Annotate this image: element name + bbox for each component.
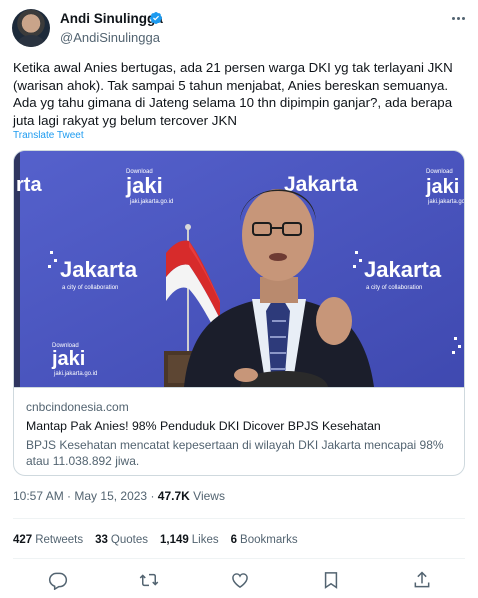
share-icon[interactable] [412,570,432,590]
card-image: rta Download jaki jaki.jakarta.go.id Jak… [14,151,465,387]
svg-text:rta: rta [16,174,42,196]
tweet-date[interactable]: May 15, 2023 [74,489,147,503]
action-bar [48,570,432,590]
jakarta-logo-left: Jakarta [60,257,138,282]
author-handle[interactable]: @AndiSinulingga [60,30,160,45]
link-card[interactable]: rta Download jaki jaki.jakarta.go.id Jak… [13,150,465,476]
jaki-logo-bottom: jaki [51,348,85,370]
author-name[interactable]: Andi Sinulingga [60,11,163,26]
divider [13,518,465,519]
likes-label: Likes [191,534,219,546]
svg-text:jaki: jaki [425,176,459,198]
bookmarks-label: Bookmarks [240,534,298,546]
verified-badge-icon [150,12,162,24]
like-icon[interactable] [230,570,250,590]
meta-separator: · [67,489,72,503]
stat-retweets[interactable]: 427 Retweets [13,534,83,546]
svg-text:Download: Download [426,169,453,175]
tweet-time[interactable]: 10:57 AM [13,489,64,503]
translate-link[interactable]: Translate Tweet [13,130,84,141]
quotes-label: Quotes [110,534,148,546]
bookmarks-count: 6 [230,534,238,546]
retweets-count: 427 [13,534,33,546]
tweet-meta: 10:57 AM · May 15, 2023 · 47.7K Views [13,489,225,503]
stat-bookmarks[interactable]: 6 Bookmarks [231,534,298,546]
tweet-text: Ketika awal Anies bertugas, ada 21 perse… [13,60,453,128]
jakarta-logo-right: Jakarta [364,257,442,282]
divider [13,558,465,559]
tweet-stats: 427 Retweets 33 Quotes 1,149 Likes 6 Bookmar… [13,534,298,546]
svg-text:jaki.jakarta.go.id: jaki.jakarta.go.id [427,199,465,205]
jakarta-tagline-right: a city of collaboration [366,285,422,291]
quotes-count: 33 [95,534,108,546]
views-label: Views [193,489,225,503]
card-domain: cnbcindonesia.com [26,400,129,414]
jaki-url-top: jaki.jakarta.go.id [129,199,173,205]
avatar[interactable] [12,9,50,47]
views-count: 47.7K [157,489,190,503]
card-description: BPJS Kesehatan mencatat kepesertaan di w… [26,438,444,468]
retweets-label: Retweets [35,534,84,546]
press-conference-photo: rta Download jaki jaki.jakarta.go.id Jak… [14,151,465,387]
tweet: Andi Sinulingga @AndiSinulingga Ketika a… [0,0,478,598]
bookmark-icon[interactable] [321,570,341,590]
stat-quotes[interactable]: 33 Quotes [95,534,148,546]
card-title: Mantap Pak Anies! 98% Penduduk DKI Dicov… [26,419,381,433]
card-body: cnbcindonesia.com Mantap Pak Anies! 98% … [14,387,464,475]
jaki-url-bottom: jaki.jakarta.go.id [53,371,97,377]
likes-count: 1,149 [160,534,189,546]
more-options-icon[interactable] [449,9,467,27]
reply-icon[interactable] [48,570,68,590]
stat-likes[interactable]: 1,149 Likes [160,534,219,546]
meta-separator-2: · [150,489,155,503]
retweet-icon[interactable] [139,570,159,590]
jaki-logo-top: jaki [125,173,163,198]
jakarta-tagline-left: a city of collaboration [62,285,118,291]
